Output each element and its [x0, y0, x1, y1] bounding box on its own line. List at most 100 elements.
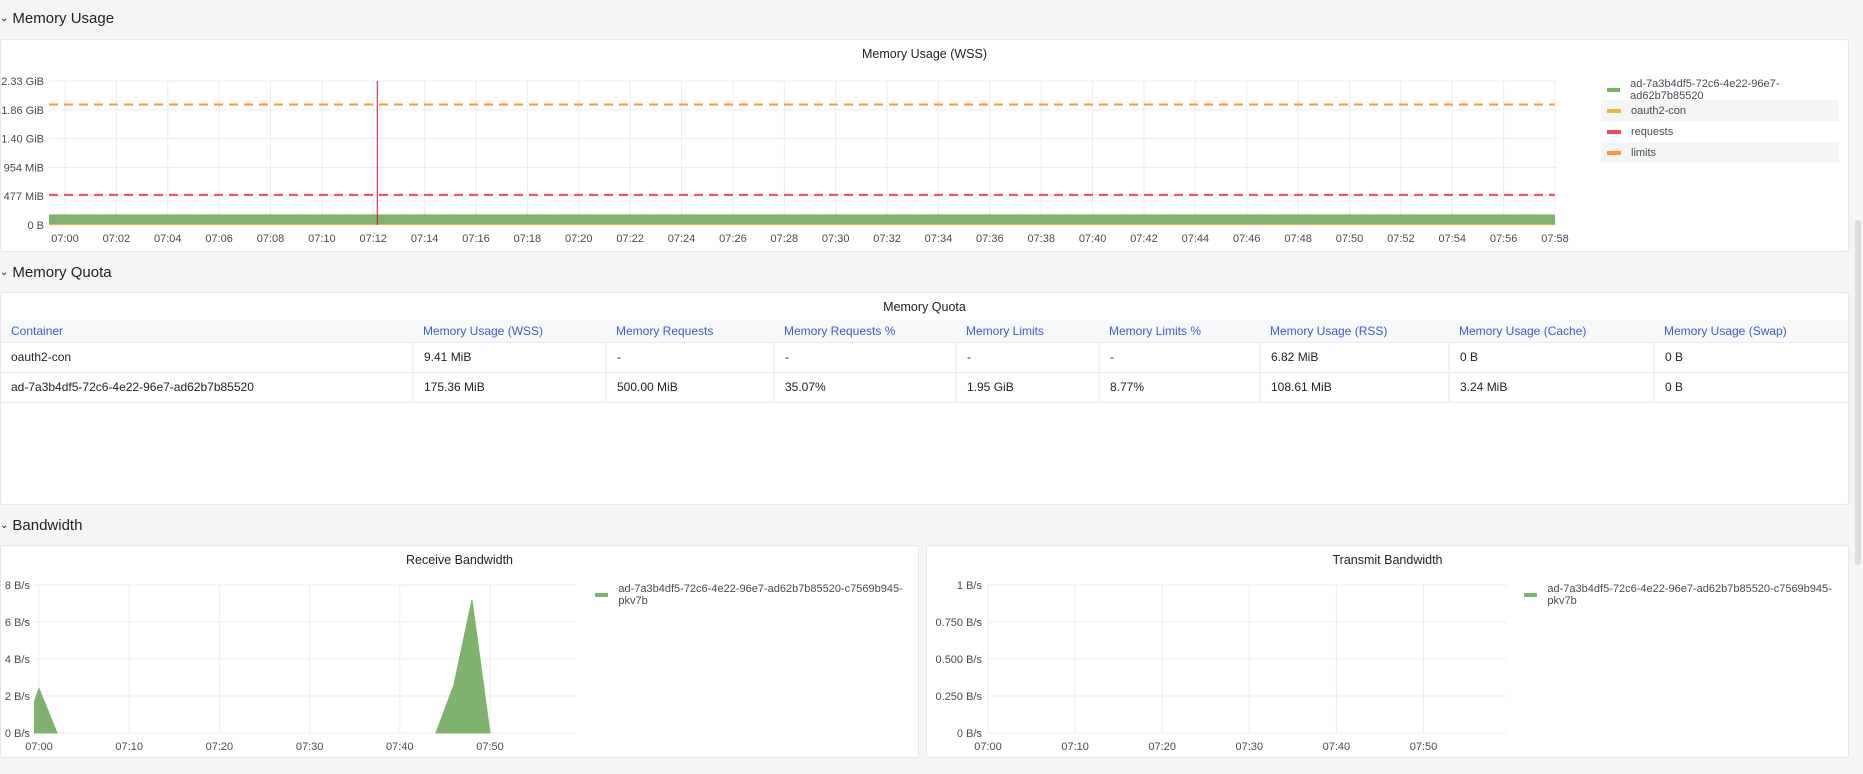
y-tick-label: 0 B/s	[957, 728, 983, 740]
column-header[interactable]: Memory Usage (RSS)	[1260, 320, 1449, 343]
table-cell: 8.77%	[1099, 372, 1261, 403]
row-memory-quota[interactable]: ⌄ Memory Quota	[0, 262, 112, 282]
x-tick-label: 07:36	[976, 233, 1004, 245]
table-cell: 0 B	[1654, 372, 1848, 403]
legend: ad-7a3b4df5-72c6-4e22-96e7-ad62b7b85520 o…	[1601, 77, 1839, 163]
column-header[interactable]: Memory Requests %	[774, 320, 956, 343]
y-tick-label: 4 B/s	[5, 654, 31, 666]
table-cell: 0 B	[1654, 342, 1848, 373]
y-tick-label: 1 B/s	[957, 580, 983, 592]
x-tick-label: 07:30	[296, 741, 324, 753]
legend-item[interactable]: requests	[1601, 121, 1839, 142]
memory-quota-panel: Memory Quota Container Memory Usage (WSS)…	[0, 292, 1849, 505]
column-header[interactable]: Memory Limits %	[1099, 320, 1260, 343]
x-tick-label: 07:32	[873, 233, 901, 245]
x-tick-label: 07:00	[25, 741, 53, 753]
legend: ad-7a3b4df5-72c6-4e22-96e7-ad62b7b85520-…	[589, 583, 918, 607]
x-tick-label: 07:04	[154, 233, 182, 245]
x-tick-label: 07:18	[514, 233, 542, 245]
column-header[interactable]: Memory Usage (WSS)	[413, 320, 606, 343]
receive-bandwidth-panel: Receive Bandwidth 0 B/s 2 B/s 4 B/s 6 B/s 8 …	[0, 545, 919, 758]
x-tick-label: 07:06	[205, 233, 233, 245]
table-cell: ad-7a3b4df5-72c6-4e22-96e7-ad62b7b85520	[1, 372, 414, 403]
scrollbar[interactable]	[1853, 0, 1863, 774]
x-tick-label: 07:42	[1130, 233, 1158, 245]
series-area	[49, 214, 1555, 225]
y-tick-label: 1.40 GiB	[1, 134, 44, 146]
legend-swatch	[1607, 150, 1621, 155]
x-tick-label: 07:40	[386, 741, 414, 753]
transmit-bandwidth-chart: 0 B/s 0.250 B/s 0.500 B/s 0.750 B/s 1 B/s 07:…	[936, 580, 1507, 753]
table-cell: -	[606, 342, 775, 373]
y-tick-label: 0.500 B/s	[936, 654, 983, 666]
column-header[interactable]: Memory Limits	[956, 320, 1099, 343]
legend-label: ad-7a3b4df5-72c6-4e22-96e7-ad62b7b85520	[1630, 77, 1780, 102]
column-header[interactable]: Memory Requests	[606, 320, 774, 343]
x-tick-label: 07:02	[103, 233, 131, 245]
memory-usage-panel: Memory Usage (WSS) 0 B 477 MiB 954 MiB 1.40…	[0, 39, 1849, 252]
legend-label: requests	[1631, 125, 1674, 138]
table-cell: 1.95 GiB	[956, 372, 1100, 403]
table-cell: 3.24 MiB	[1449, 372, 1655, 403]
x-tick-label: 07:10	[115, 741, 143, 753]
table-cell: -	[956, 342, 1100, 373]
y-tick-label: 6 B/s	[5, 617, 31, 629]
legend-swatch	[1524, 592, 1538, 597]
legend-item[interactable]: ad-7a3b4df5-72c6-4e22-96e7-ad62b7b85520	[1601, 77, 1839, 102]
legend-item[interactable]: oauth2-con	[1601, 100, 1839, 121]
x-tick-label: 07:30	[1236, 741, 1264, 753]
legend-item[interactable]: ad-7a3b4df5-72c6-4e22-96e7-ad62b7b85520-…	[1518, 582, 1848, 607]
chevron-down-icon: ⌄	[0, 519, 9, 531]
memory-usage-chart: 0 B 477 MiB 954 MiB 1.40 GiB 1.86 GiB 2.33 Gi…	[1, 76, 1569, 245]
series-area	[435, 599, 491, 734]
y-tick-label: 8 B/s	[5, 580, 31, 592]
table-cell: -	[1099, 342, 1261, 373]
y-tick-label: 0.750 B/s	[936, 617, 983, 629]
x-tick-label: 07:40	[1079, 233, 1107, 245]
x-tick-label: 07:22	[616, 233, 644, 245]
table-cell: oauth2-con	[1, 342, 414, 373]
x-tick-label: 07:16	[462, 233, 490, 245]
y-tick-label: 1.86 GiB	[1, 105, 44, 117]
legend-item[interactable]: ad-7a3b4df5-72c6-4e22-96e7-ad62b7b85520-…	[589, 583, 918, 607]
x-tick-label: 07:08	[257, 233, 285, 245]
scrollbar-thumb[interactable]	[1855, 220, 1861, 565]
legend-swatch	[595, 592, 609, 597]
column-header[interactable]: Memory Usage (Cache)	[1449, 320, 1654, 343]
x-tick-label: 07:50	[1336, 233, 1364, 245]
legend-swatch	[1607, 87, 1621, 92]
legend-label: oauth2-con	[1631, 104, 1687, 117]
x-tick-label: 07:40	[1323, 741, 1351, 753]
x-tick-label: 07:20	[206, 741, 234, 753]
y-tick-label: 477 MiB	[4, 191, 44, 203]
x-tick-label: 07:10	[1061, 741, 1089, 753]
x-tick-label: 07:52	[1387, 233, 1415, 245]
x-tick-label: 07:14	[411, 233, 439, 245]
x-tick-label: 07:56	[1490, 233, 1518, 245]
table-cell: 35.07%	[774, 372, 957, 403]
x-tick-label: 07:48	[1284, 233, 1312, 245]
legend-label: ad-7a3b4df5-72c6-4e22-96e7-ad62b7b85520-…	[1547, 582, 1832, 607]
y-tick-label: 2.33 GiB	[1, 76, 44, 88]
x-tick-label: 07:28	[771, 233, 799, 245]
legend-swatch	[1607, 108, 1621, 113]
x-tick-label: 07:50	[476, 741, 504, 753]
x-tick-label: 07:20	[565, 233, 593, 245]
x-tick-label: 07:38	[1027, 233, 1055, 245]
table-cell: 175.36 MiB	[413, 372, 607, 403]
chevron-down-icon: ⌄	[0, 266, 9, 278]
table-cell: 108.61 MiB	[1260, 372, 1450, 403]
x-tick-label: 07:24	[668, 233, 696, 245]
x-tick-label: 07:46	[1233, 233, 1261, 245]
x-tick-label: 07:00	[51, 233, 79, 245]
column-header[interactable]: Container	[1, 320, 413, 343]
receive-bandwidth-chart: 0 B/s 2 B/s 4 B/s 6 B/s 8 B/s 07:00 07:10 07:20…	[5, 580, 576, 753]
x-tick-label: 07:30	[822, 233, 850, 245]
y-tick-label: 954 MiB	[4, 162, 44, 174]
legend-item[interactable]: limits	[1601, 142, 1839, 163]
table-cell: 0 B	[1449, 342, 1655, 373]
row-bandwidth[interactable]: ⌄ Bandwidth	[0, 515, 82, 535]
column-header[interactable]: Memory Usage (Swap)	[1654, 320, 1848, 343]
x-tick-label: 07:50	[1410, 741, 1438, 753]
row-title: Bandwidth	[12, 516, 83, 534]
